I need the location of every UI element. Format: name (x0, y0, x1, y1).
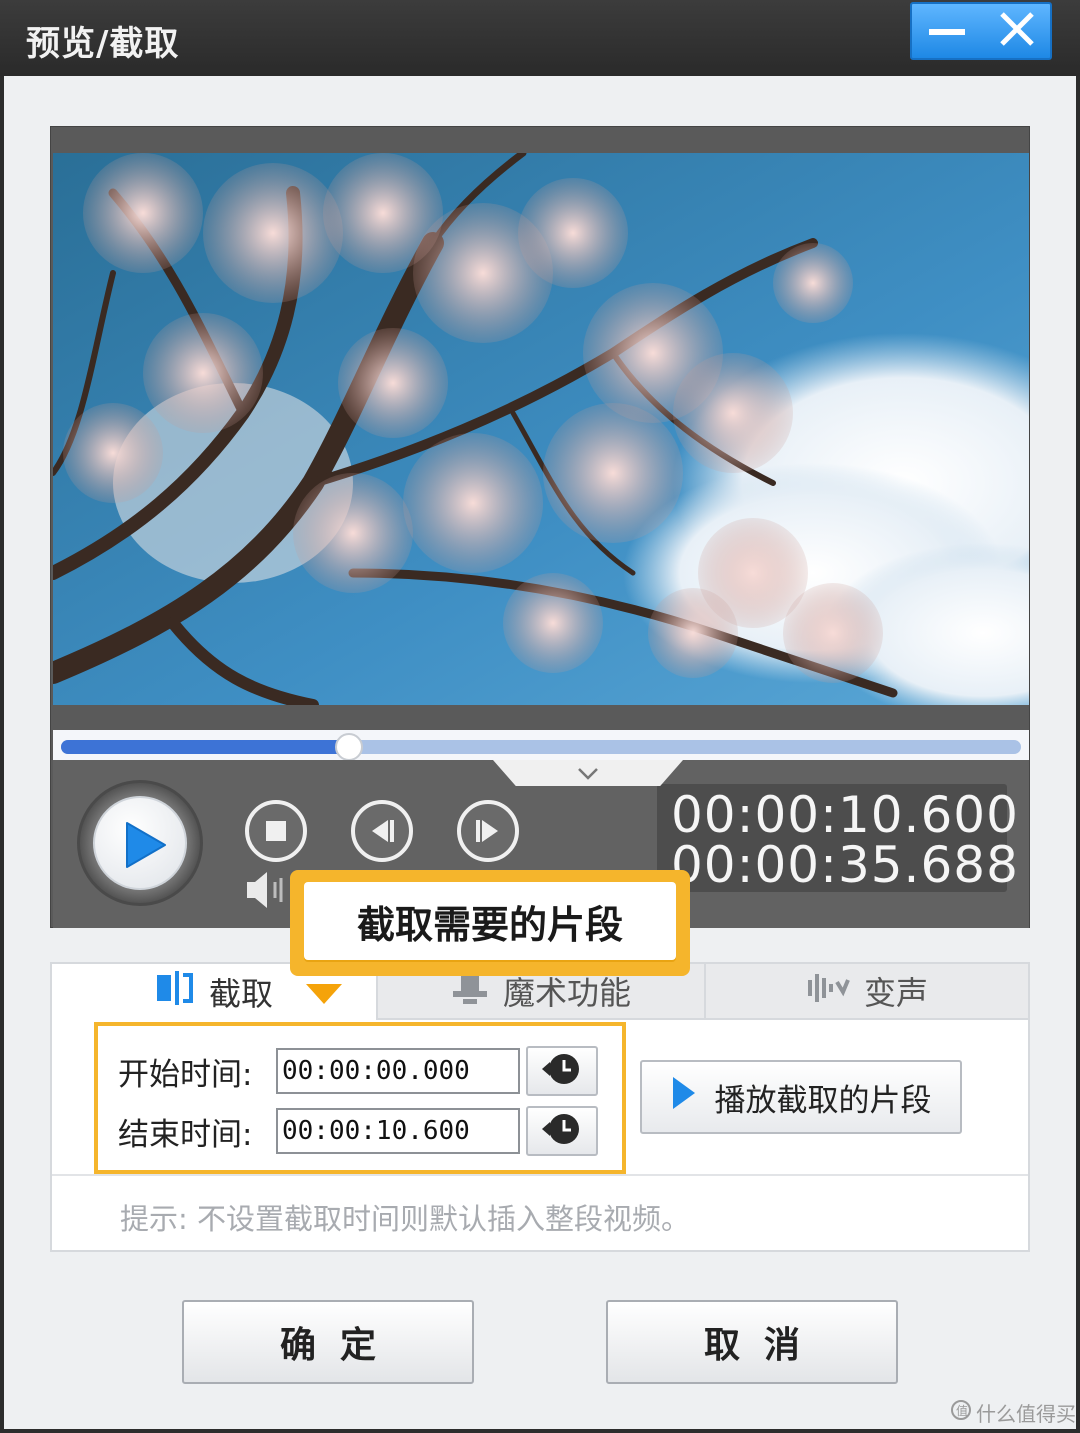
ok-button[interactable]: 确定 (182, 1300, 474, 1384)
minimize-icon (929, 22, 965, 41)
title-bar: 预览/截取 (0, 0, 1080, 76)
video-player: 00:00:10.600 00:00:35.688 (50, 126, 1030, 928)
end-time-input[interactable]: 00:00:10.600 (276, 1108, 520, 1154)
watermark-logo-icon: 值 (950, 1399, 972, 1426)
play-segment-label: 播放截取的片段 (714, 1082, 932, 1119)
tab-voice-change-label: 变声 (863, 974, 928, 1012)
close-icon (999, 11, 1035, 51)
window-title: 预览/截取 (26, 24, 180, 64)
clock-rewind-icon (540, 1111, 584, 1151)
progress-track[interactable] (61, 733, 1021, 761)
tab-voice-change[interactable]: 变声 (704, 964, 1028, 1020)
end-time-label: 结束时间: (118, 1116, 253, 1153)
tab-trim-label: 截取 (208, 975, 273, 1013)
progress-handle[interactable] (335, 733, 363, 761)
callout-pointer (306, 984, 342, 1004)
audio-wave-icon (806, 970, 850, 1012)
progress-fill (61, 740, 349, 754)
start-time-input[interactable]: 00:00:00.000 (276, 1048, 520, 1094)
clock-rewind-icon (540, 1051, 584, 1091)
start-time-row: 开始时间: 00:00:00.000 (118, 1046, 598, 1096)
edit-panel: 截取 魔术功能 变声 开始时间: 00:00:00.000 结束时间: 00:0… (50, 962, 1030, 1252)
watermark: 值 什么值得买 (950, 1398, 1076, 1427)
video-preview-image (53, 153, 1029, 705)
stop-icon (266, 821, 286, 845)
play-icon (671, 1075, 697, 1119)
stop-button[interactable] (245, 800, 307, 862)
minimize-button[interactable] (912, 4, 982, 58)
hint-text: 提示: 不设置截取时间则默认插入整段视频。 (120, 1202, 690, 1236)
start-time-label: 开始时间: (118, 1056, 253, 1093)
set-end-time-button[interactable] (526, 1106, 598, 1156)
play-icon (121, 820, 169, 874)
play-segment-button[interactable]: 播放截取的片段 (640, 1060, 962, 1134)
trim-time-fields: 开始时间: 00:00:00.000 结束时间: 00:00:10.600 (94, 1022, 626, 1174)
previous-frame-button[interactable] (351, 800, 413, 862)
cancel-button[interactable]: 取消 (606, 1300, 898, 1384)
next-frame-icon (474, 817, 502, 849)
play-button[interactable] (77, 780, 203, 906)
collapse-controls-toggle[interactable] (493, 760, 683, 786)
close-button[interactable] (982, 4, 1052, 58)
end-time-row: 结束时间: 00:00:10.600 (118, 1106, 598, 1156)
total-time: 00:00:35.688 (671, 836, 1019, 894)
video-frame[interactable] (53, 153, 1029, 705)
chevron-down-icon (577, 766, 599, 785)
progress-bar-area (53, 730, 1029, 761)
svg-text:值: 值 (956, 1403, 968, 1418)
trim-icon (155, 969, 195, 1015)
divider (52, 1174, 1028, 1176)
prev-frame-icon (368, 817, 396, 849)
window-controls (910, 2, 1052, 60)
callout-text: 截取需要的片段 (304, 882, 676, 960)
time-display: 00:00:10.600 00:00:35.688 (657, 784, 1018, 894)
next-frame-button[interactable] (457, 800, 519, 862)
watermark-text: 什么值得买 (976, 1402, 1076, 1426)
set-start-time-button[interactable] (526, 1046, 598, 1096)
annotation-callout: 截取需要的片段 (290, 870, 690, 976)
